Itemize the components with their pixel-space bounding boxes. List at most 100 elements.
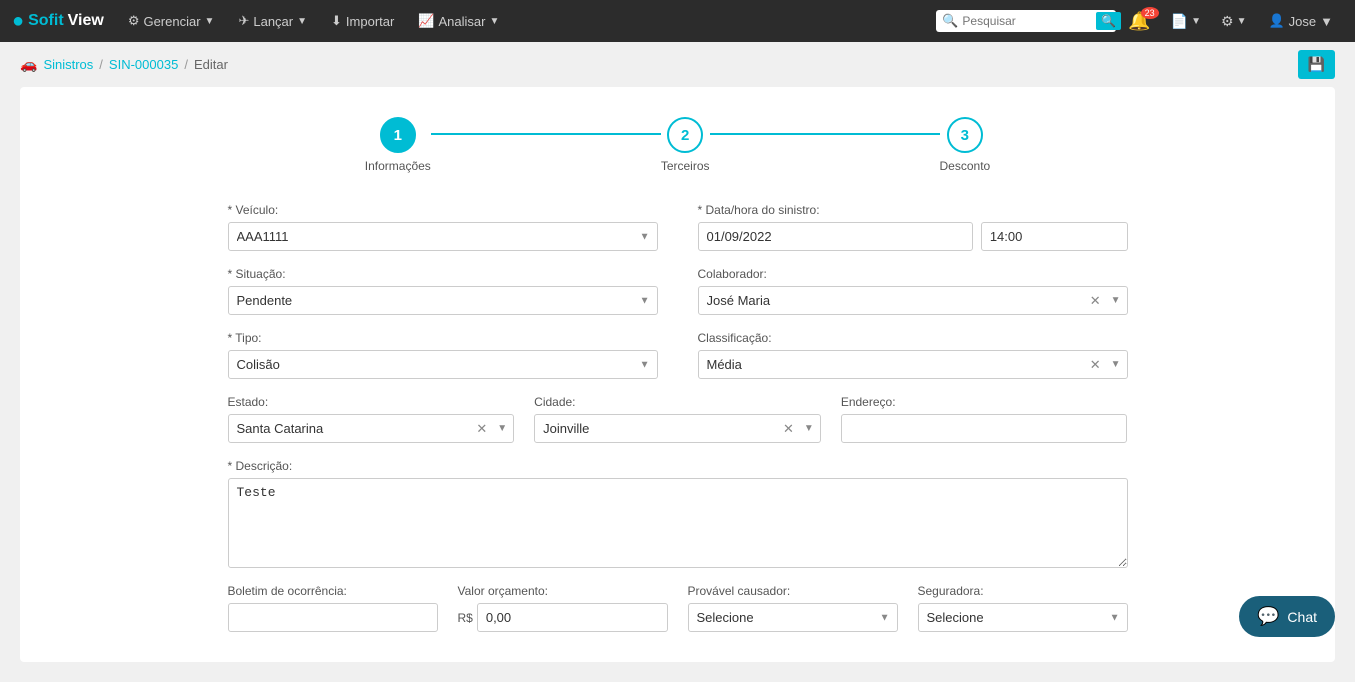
boletim-label: Boletim de ocorrência: (228, 584, 438, 598)
chat-label: Chat (1287, 609, 1317, 625)
colaborador-select-with-clear: José Maria ✕ ▼ (698, 286, 1128, 315)
user-icon: 👤 (1268, 13, 1284, 29)
boletim-input[interactable] (228, 603, 438, 632)
search-wrapper: 🔍 🔍 (936, 10, 1116, 32)
veiculo-group: * Veículo: AAA1111 (228, 203, 658, 251)
import-icon: ⬇ (331, 13, 342, 29)
breadcrumb-record[interactable]: SIN-000035 (109, 57, 178, 72)
step-line-1 (431, 133, 661, 135)
cidade-select[interactable]: Joinville (535, 415, 779, 442)
colaborador-group: Colaborador: José Maria ✕ ▼ (698, 267, 1128, 315)
step-3-label: Desconto (940, 159, 991, 173)
step-2-circle: 2 (667, 117, 703, 153)
situacao-group: * Situação: Pendente (228, 267, 658, 315)
search-button[interactable]: 🔍 (1096, 12, 1121, 30)
chat-button[interactable]: 💬 Chat (1239, 596, 1335, 637)
tipo-select-wrapper: Colisão (228, 350, 658, 379)
colaborador-select[interactable]: José Maria (699, 287, 1086, 314)
colaborador-clear-button[interactable]: ✕ (1086, 293, 1105, 309)
valor-orcamento-group: Valor orçamento: R$ (458, 584, 668, 632)
cidade-clear-button[interactable]: ✕ (779, 421, 798, 437)
step-1-circle: 1 (380, 117, 416, 153)
colaborador-label: Colaborador: (698, 267, 1128, 281)
situacao-select[interactable]: Pendente (228, 286, 658, 315)
seguradora-select[interactable]: Selecione (918, 603, 1128, 632)
classificacao-label: Classificação: (698, 331, 1128, 345)
documents-icon[interactable]: 📄 ▼ (1163, 13, 1209, 30)
step-1: 1 Informações (365, 117, 431, 173)
provavel-causador-select[interactable]: Selecione (688, 603, 898, 632)
top-navigation: ● Sofit View ⚙ Gerenciar ▼ ✈ Lançar ▼ ⬇ … (0, 0, 1355, 42)
provavel-causador-label: Provável causador: (688, 584, 898, 598)
brand-view: View (68, 12, 104, 30)
user-chevron-icon: ▼ (1320, 14, 1333, 29)
search-input[interactable] (962, 14, 1092, 28)
cidade-group: Cidade: Joinville ✕ ▼ (534, 395, 821, 443)
valor-orcamento-wrapper: R$ (458, 603, 668, 632)
save-top-button[interactable]: 💾 (1298, 50, 1335, 79)
main-content: 1 Informações 2 Terceiros 3 Desconto * V… (20, 87, 1335, 662)
nav-gerenciar[interactable]: ⚙ Gerenciar ▼ (118, 0, 225, 42)
endereco-input[interactable] (841, 414, 1128, 443)
nav-gerenciar-label: Gerenciar (143, 14, 200, 29)
user-name: Jose (1289, 14, 1316, 29)
colaborador-chevron-button[interactable]: ▼ (1105, 295, 1127, 306)
cidade-chevron-button[interactable]: ▼ (798, 423, 820, 434)
nav-lancar[interactable]: ✈ Lançar ▼ (228, 0, 317, 42)
estado-select[interactable]: Santa Catarina (229, 415, 473, 442)
form: * Veículo: AAA1111 * Data/hora do sinist… (228, 203, 1128, 632)
stepper: 1 Informações 2 Terceiros 3 Desconto (40, 117, 1315, 173)
nav-importar[interactable]: ⬇ Importar (321, 0, 404, 42)
step-1-label: Informações (365, 159, 431, 173)
valor-orcamento-input[interactable] (477, 603, 668, 632)
classificacao-clear-button[interactable]: ✕ (1086, 357, 1105, 373)
estado-group: Estado: Santa Catarina ✕ ▼ (228, 395, 515, 443)
notification-bell[interactable]: 🔔 23 (1120, 11, 1158, 32)
descricao-group: * Descrição: Teste (228, 459, 1128, 568)
breadcrumb-current: Editar (194, 57, 228, 72)
step-line-2 (710, 133, 940, 135)
brand-sofit: Sofit (28, 12, 64, 30)
veiculo-select[interactable]: AAA1111 (228, 222, 658, 251)
descricao-textarea[interactable]: Teste (228, 478, 1128, 568)
bottom-row: Boletim de ocorrência: Valor orçamento: … (228, 584, 1128, 632)
launch-icon: ✈ (238, 13, 249, 29)
chart-icon: 📈 (418, 13, 434, 29)
tipo-select[interactable]: Colisão (228, 350, 658, 379)
classificacao-chevron-button[interactable]: ▼ (1105, 359, 1127, 370)
seguradora-group: Seguradora: Selecione (918, 584, 1128, 632)
tipo-label: * Tipo: (228, 331, 658, 345)
classificacao-select[interactable]: Média (699, 351, 1086, 378)
classificacao-group: Classificação: Média ✕ ▼ (698, 331, 1128, 379)
estado-chevron-button[interactable]: ▼ (491, 423, 513, 434)
estado-clear-button[interactable]: ✕ (472, 421, 491, 437)
endereco-label: Endereço: (841, 395, 1128, 409)
sinistros-icon: 🚗 (20, 56, 37, 73)
time-input[interactable] (981, 222, 1128, 251)
search-icon: 🔍 (942, 13, 958, 29)
nav-importar-label: Importar (346, 14, 394, 29)
nav-lancar-label: Lançar (253, 14, 293, 29)
connections-icon[interactable]: ⚙ ▼ (1213, 13, 1254, 30)
valor-orcamento-label: Valor orçamento: (458, 584, 668, 598)
situacao-label: * Situação: (228, 267, 658, 281)
step-3-number: 3 (961, 127, 969, 144)
seguradora-label: Seguradora: (918, 584, 1128, 598)
classificacao-select-with-clear: Média ✕ ▼ (698, 350, 1128, 379)
date-input[interactable] (698, 222, 973, 251)
veiculo-label: * Veículo: (228, 203, 658, 217)
date-time-row (698, 222, 1128, 251)
step-2: 2 Terceiros (661, 117, 710, 173)
nav-analisar-label: Analisar (439, 14, 486, 29)
chevron-down-icon2: ▼ (297, 16, 307, 27)
data-hora-label: * Data/hora do sinistro: (698, 203, 1128, 217)
breadcrumb-sep1: / (99, 57, 103, 72)
endereco-group: Endereço: (841, 395, 1128, 443)
location-row: Estado: Santa Catarina ✕ ▼ Cidade: Joinv… (228, 395, 1128, 443)
tipo-group: * Tipo: Colisão (228, 331, 658, 379)
breadcrumb-sinistros[interactable]: Sinistros (43, 57, 93, 72)
nav-analisar[interactable]: 📈 Analisar ▼ (408, 0, 509, 42)
provavel-causador-group: Provável causador: Selecione (688, 584, 898, 632)
chat-icon: 💬 (1257, 606, 1279, 627)
user-menu[interactable]: 👤 Jose ▼ (1258, 13, 1343, 29)
